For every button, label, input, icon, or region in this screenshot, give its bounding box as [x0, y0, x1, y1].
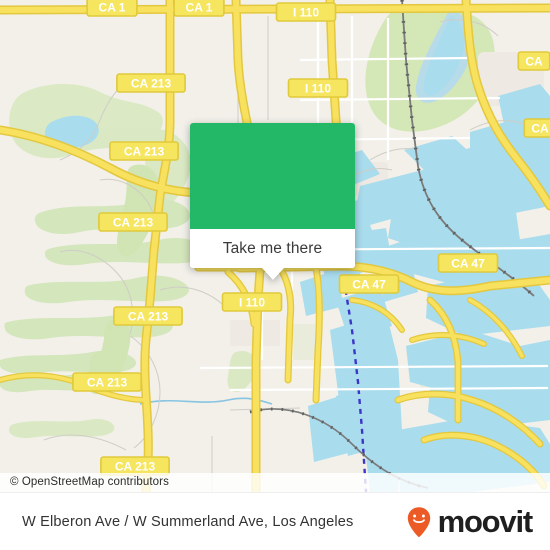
shield-label: CA 1 [186, 0, 213, 14]
highway-shield: CA [517, 51, 550, 71]
shield-label: I 110 [293, 5, 319, 19]
highway-shield: CA 47 [338, 274, 400, 294]
shield-label: CA 47 [352, 277, 386, 291]
shield-label: CA 1 [99, 0, 126, 14]
highway-shield: CA 213 [98, 212, 168, 232]
shield-label: CA 213 [131, 76, 172, 90]
highway-shield: CA 213 [72, 372, 142, 392]
highway-shield: I 110 [221, 292, 283, 312]
moovit-logo: moovit [402, 504, 534, 539]
shield-label: I 110 [239, 295, 265, 309]
moovit-wordmark: moovit [437, 504, 534, 539]
take-me-there-button[interactable]: Take me there [190, 229, 355, 268]
moovit-pin-icon [407, 506, 430, 537]
location-popup[interactable]: Take me there [190, 123, 355, 280]
shield-label: CA 47 [451, 256, 485, 270]
osm-attribution: © OpenStreetMap contributors [0, 473, 550, 492]
highway-shield: CA 47 [437, 253, 499, 273]
highway-shield: CA 213 [116, 73, 186, 93]
highway-shield: CA [523, 118, 550, 138]
shield-label: CA [525, 54, 543, 68]
highway-shield: I 110 [287, 78, 349, 98]
popup-card: Take me there [190, 123, 355, 268]
highway-shield: CA 1 [173, 0, 225, 17]
shield-label: CA 213 [87, 375, 128, 389]
shield-label: CA 213 [115, 459, 156, 473]
place-title: W Elberon Ave / W Summerland Ave, Los An… [22, 513, 354, 530]
popup-pointer [261, 268, 284, 280]
shield-label: CA 213 [124, 144, 165, 158]
highway-shield: CA 1 [86, 0, 138, 17]
shield-label: CA 213 [113, 215, 154, 229]
footer-bar: W Elberon Ave / W Summerland Ave, Los An… [0, 492, 550, 550]
shield-label: CA 213 [128, 309, 169, 323]
highway-shield: I 110 [275, 2, 337, 22]
highway-shield: CA 213 [109, 141, 179, 161]
shield-label: CA [531, 121, 549, 135]
highway-shield: CA 213 [113, 306, 183, 326]
popup-thumbnail [190, 123, 355, 229]
shield-label: I 110 [305, 81, 331, 95]
moovit-map-screen: CA 1 CA 1 I 110 CA 213 I 110 CA CA CA 213 CA 213… [0, 0, 550, 550]
